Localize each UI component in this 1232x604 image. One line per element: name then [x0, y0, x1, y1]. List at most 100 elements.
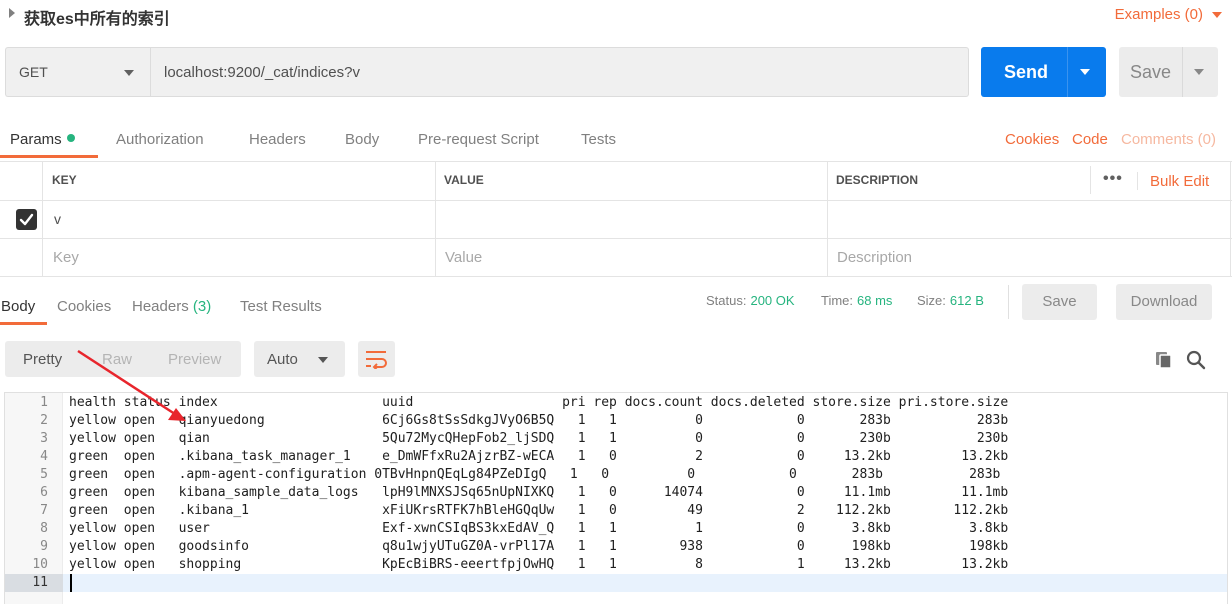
new-description-input[interactable]: Description: [837, 249, 912, 266]
time-label: Time:: [821, 293, 854, 308]
line-text: yellow open qianyuedong 6Cj6Gs8tSsSdkgJV…: [69, 413, 1009, 428]
divider: [0, 276, 1232, 277]
response-tab-cookies[interactable]: Cookies: [57, 298, 111, 315]
save-label: Save: [1130, 62, 1172, 82]
code-line: 9 yellow open goodsinfo q8u1wjyUTuGZ0A-vr…: [5, 538, 1227, 556]
new-key-input[interactable]: Key: [53, 249, 79, 266]
divider: [1182, 47, 1183, 97]
line-number: 3: [40, 431, 48, 446]
save-response-button[interactable]: Save: [1022, 284, 1097, 320]
code-line: 5 green open .apm-agent-configuration 0TB…: [5, 466, 1227, 484]
tab-prerequest-script[interactable]: Pre-request Script: [418, 131, 539, 148]
line-text: yellow open qian 5Qu72MycQHepFob2_ljSDQ …: [69, 431, 1009, 446]
response-tab-headers[interactable]: Headers (3): [132, 298, 211, 315]
view-mode-group: Pretty Raw Preview: [5, 341, 241, 377]
divider: [1008, 285, 1009, 319]
response-tab-test-results[interactable]: Test Results: [240, 298, 322, 315]
param-key-input[interactable]: v: [54, 211, 61, 227]
raw-button[interactable]: Raw: [102, 351, 132, 368]
url-value: localhost:9200/_cat/indices?v: [164, 64, 360, 81]
headers-count-badge: (3): [192, 298, 212, 315]
line-number: 6: [40, 485, 48, 500]
collapse-caret-icon[interactable]: [9, 8, 15, 18]
line-number: 2: [40, 413, 48, 428]
column-header-value: VALUE: [444, 173, 484, 187]
line-number: 1: [40, 395, 48, 410]
pretty-button[interactable]: Pretty: [23, 351, 62, 368]
size-label: Size:: [917, 293, 946, 308]
line-text: yellow open shopping KpEcBiBRS-eeertfpjO…: [69, 557, 1009, 572]
search-icon[interactable]: [1186, 350, 1206, 370]
time-value: 68 ms: [857, 293, 893, 308]
line-text: green open .kibana_1 xFiUKrsRTFK7hBleHGQ…: [69, 503, 1009, 518]
cookies-link[interactable]: Cookies: [1005, 131, 1059, 148]
tab-authorization[interactable]: Authorization: [116, 131, 204, 148]
save-button[interactable]: Save: [1119, 47, 1218, 97]
new-value-input[interactable]: Value: [445, 249, 482, 266]
line-number: 5: [40, 467, 48, 482]
time-meta: Time: 68 ms: [821, 293, 892, 308]
divider: [0, 238, 1232, 239]
copy-icon[interactable]: [1154, 350, 1174, 370]
line-number: 11: [5, 574, 63, 592]
examples-dropdown[interactable]: Examples (0): [1115, 6, 1203, 23]
method-select[interactable]: GET: [5, 47, 150, 97]
code-line: 3 yellow open qian 5Qu72MycQHepFob2_ljSDQ…: [5, 430, 1227, 448]
response-body-editor[interactable]: 1 health status index uuid pri rep docs.c…: [4, 392, 1228, 604]
line-text: green open kibana_sample_data_logs lpH9l…: [69, 485, 1009, 500]
divider: [0, 200, 1232, 201]
line-text: green open .apm-agent-configuration 0TBv…: [69, 467, 1001, 482]
line-number: 8: [40, 521, 48, 536]
divider: [1137, 172, 1138, 190]
params-active-dot-icon: [66, 134, 75, 142]
param-enabled-checkbox[interactable]: [16, 209, 37, 230]
status-value: 200 OK: [750, 293, 795, 308]
divider: [1090, 166, 1091, 194]
code-line: 4 green open .kibana_task_manager_1 e_DmW…: [5, 448, 1227, 466]
code-line: 8 yellow open user Exf-xwnCSIqBS3kxEdAV_Q…: [5, 520, 1227, 538]
request-title[interactable]: 获取es中所有的索引: [24, 5, 170, 29]
url-input[interactable]: localhost:9200/_cat/indices?v: [150, 47, 969, 97]
response-tab-body[interactable]: Body: [1, 298, 35, 315]
tab-params-label: Params: [10, 131, 62, 148]
format-select[interactable]: Auto: [254, 341, 345, 377]
active-tab-indicator: [0, 155, 98, 158]
more-options-icon[interactable]: •••: [1103, 170, 1123, 188]
line-number: 10: [32, 557, 48, 572]
column-header-description: DESCRIPTION: [836, 173, 919, 187]
send-options-chevron-icon[interactable]: [1080, 69, 1090, 75]
line-number: 9: [40, 539, 48, 554]
size-meta: Size: 612 B: [917, 293, 984, 308]
text-cursor: [70, 574, 72, 592]
download-button[interactable]: Download: [1116, 284, 1212, 320]
save-options-chevron-icon[interactable]: [1194, 69, 1204, 75]
wrap-lines-button[interactable]: [358, 341, 395, 377]
chevron-down-icon[interactable]: [1212, 12, 1222, 18]
tab-params[interactable]: Params: [10, 131, 75, 148]
tab-headers[interactable]: Headers: [249, 131, 306, 148]
chevron-down-icon: [318, 357, 328, 363]
comments-link[interactable]: Comments (0): [1121, 131, 1216, 148]
code-line: 2 yellow open qianyuedong 6Cj6Gs8tSsSdkgJ…: [5, 412, 1227, 430]
code-link[interactable]: Code: [1072, 131, 1108, 148]
format-value: Auto: [267, 351, 298, 368]
divider: [42, 161, 43, 277]
checkmark-icon: [19, 213, 34, 226]
send-button[interactable]: Send: [981, 47, 1106, 97]
code-line: 7 green open .kibana_1 xFiUKrsRTFK7hBleHG…: [5, 502, 1227, 520]
tab-body[interactable]: Body: [345, 131, 379, 148]
request-title-bar: 获取es中所有的索引 Examples (0): [0, 0, 1232, 32]
bulk-edit-link[interactable]: Bulk Edit: [1150, 173, 1209, 190]
tab-tests[interactable]: Tests: [581, 131, 616, 148]
divider: [435, 161, 436, 277]
line-text: green open .kibana_task_manager_1 e_DmWF…: [69, 449, 1009, 464]
line-text: health status index uuid pri rep docs.co…: [69, 395, 1009, 410]
divider: [1230, 161, 1231, 277]
code-line: 10 yellow open shopping KpEcBiBRS-eeertfp…: [5, 556, 1227, 574]
status-label: Status:: [706, 293, 747, 308]
method-value: GET: [19, 64, 48, 80]
preview-button[interactable]: Preview: [168, 351, 221, 368]
wrap-icon: [366, 351, 387, 369]
divider: [0, 161, 1232, 162]
divider: [827, 161, 828, 277]
